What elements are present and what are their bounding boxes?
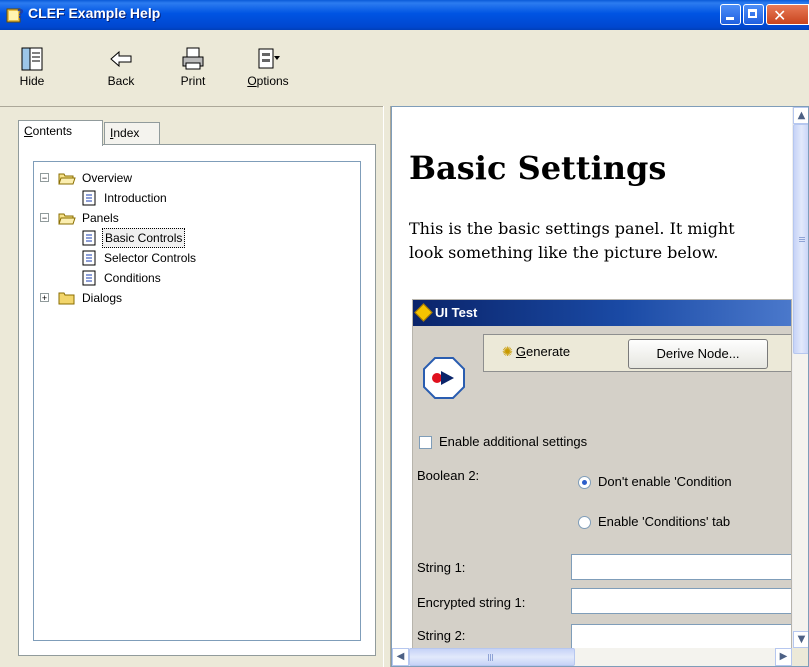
maximize-button[interactable] xyxy=(743,4,764,25)
string2-label: String 2: xyxy=(417,628,466,643)
page-title: Basic Settings xyxy=(409,149,667,187)
scroll-up-button[interactable]: ▲ xyxy=(793,107,808,124)
horizontal-scroll-thumb[interactable] xyxy=(409,648,575,666)
topic-content-pane: Basic Settings This is the basic setting… xyxy=(391,106,809,667)
print-button[interactable]: Print xyxy=(177,46,209,88)
contents-tree[interactable]: − Overview Introduction − Panels Basic C… xyxy=(33,161,361,641)
scrollbar-corner xyxy=(792,648,808,666)
folder-closed-icon xyxy=(58,292,75,305)
close-button[interactable]: ✕ xyxy=(766,4,809,25)
window-titlebar[interactable]: ? CLEF Example Help ✕ xyxy=(0,0,809,30)
scroll-down-button[interactable]: ▼ xyxy=(793,631,808,648)
options-label: Options xyxy=(247,74,289,88)
close-icon: ✕ xyxy=(773,6,787,25)
radio-dont-enable xyxy=(578,476,591,489)
page-icon xyxy=(82,270,96,286)
grip-icon xyxy=(799,237,805,238)
scroll-right-button[interactable]: ▶ xyxy=(775,648,792,666)
generate-icon: ✺ xyxy=(502,344,513,359)
vertical-scrollbar[interactable]: ▲ ▼ xyxy=(792,107,808,648)
dialog-titlebar: UI Test xyxy=(413,300,791,326)
window-title: CLEF Example Help xyxy=(28,5,161,21)
dialog-toolbar: ✺ Generate Derive Node... xyxy=(483,334,791,372)
tab-index[interactable]: Index xyxy=(104,122,160,144)
node-icon xyxy=(423,357,465,399)
options-icon xyxy=(258,48,280,69)
expand-toggle[interactable]: + xyxy=(40,293,49,303)
tab-contents[interactable]: Contents xyxy=(18,120,103,146)
minimize-button[interactable] xyxy=(720,4,741,25)
back-button[interactable]: Back xyxy=(104,46,138,88)
grip-icon xyxy=(488,654,489,661)
string1-field xyxy=(571,554,791,580)
checkbox-label: Enable additional settings xyxy=(439,434,588,449)
page-icon xyxy=(82,250,96,266)
radio-enable-conditions xyxy=(578,516,591,529)
topic-paragraph: This is the basic settings panel. It mig… xyxy=(409,219,735,262)
collapse-toggle[interactable]: − xyxy=(40,173,49,183)
hide-button[interactable]: Hide xyxy=(14,46,50,88)
page-icon xyxy=(82,230,96,246)
vertical-scroll-thumb[interactable] xyxy=(793,124,808,354)
minimize-icon xyxy=(726,17,734,20)
string1-label: String 1: xyxy=(417,560,466,575)
scroll-left-button[interactable]: ◀ xyxy=(392,648,409,666)
contents-tab-panel: − Overview Introduction − Panels Basic C… xyxy=(18,144,376,656)
boolean-label: Boolean 2: xyxy=(417,468,480,483)
collapse-toggle[interactable]: − xyxy=(40,213,49,223)
back-label: Back xyxy=(107,74,135,88)
dialog-title: UI Test xyxy=(435,305,478,320)
encrypted-string-label: Encrypted string 1: xyxy=(417,595,526,610)
derive-node-button: Derive Node... xyxy=(628,339,768,369)
radio-dont-enable-label: Don't enable 'Condition xyxy=(598,474,732,489)
svg-text:?: ? xyxy=(17,7,24,21)
page-icon xyxy=(82,190,96,206)
folder-open-icon xyxy=(58,173,76,185)
additional-settings-checkbox xyxy=(419,436,432,449)
help-toolbar: Hide Back Print Options xyxy=(0,30,809,107)
hide-pane-icon xyxy=(21,47,43,71)
horizontal-scrollbar[interactable]: ◀ ▶ xyxy=(392,648,792,666)
example-dialog-screenshot: UI Test ✺ Generate Derive Node... Enable … xyxy=(412,299,792,659)
diamond-icon xyxy=(414,303,433,322)
generate-button: ✺ Generate xyxy=(502,344,571,359)
back-arrow-icon xyxy=(110,50,132,68)
folder-open-icon xyxy=(58,213,76,225)
selected-item-label: Basic Controls xyxy=(102,228,186,248)
options-button[interactable]: Options xyxy=(238,46,298,88)
radio-enable-conditions-label: Enable 'Conditions' tab xyxy=(598,514,731,529)
navigation-pane: Contents Index − Overview Introduction −… xyxy=(6,112,381,662)
string2-field xyxy=(571,624,791,650)
hide-label: Hide xyxy=(19,74,45,88)
pane-splitter[interactable] xyxy=(383,106,391,667)
encrypted-string-field xyxy=(571,588,791,614)
printer-icon xyxy=(182,47,204,70)
print-label: Print xyxy=(180,74,206,88)
help-book-icon: ? xyxy=(6,7,24,23)
maximize-icon xyxy=(748,9,757,18)
